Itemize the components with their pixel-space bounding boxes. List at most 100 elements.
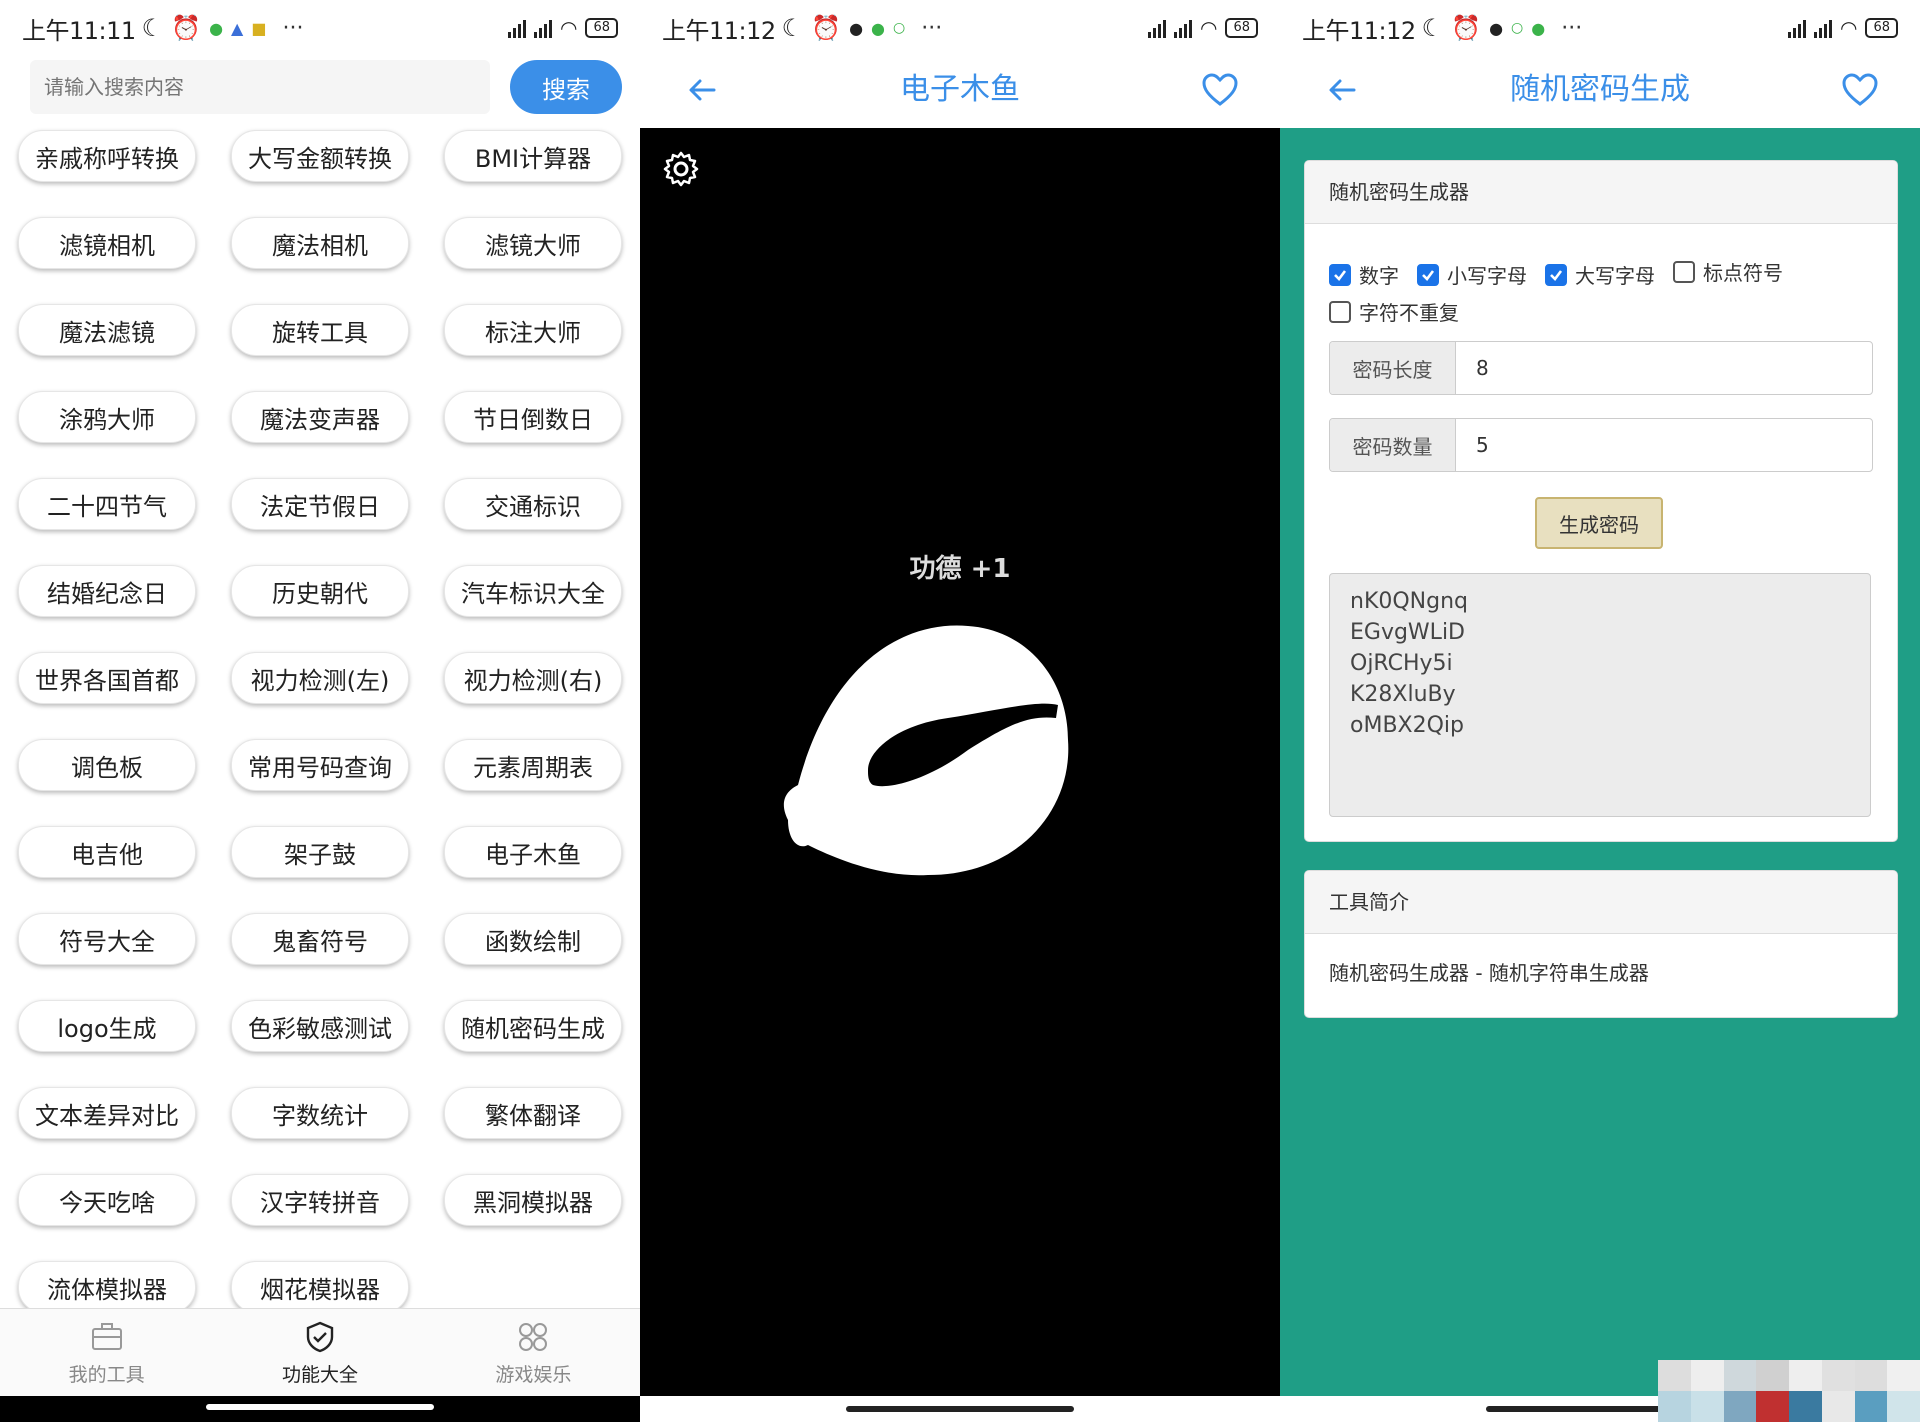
battery-icon: 68 [1225, 18, 1258, 38]
tool-button[interactable]: 魔法相机 [231, 217, 409, 269]
shield-check-icon [306, 1321, 334, 1352]
tool-button[interactable]: 涂鸦大师 [18, 391, 196, 443]
status-bar: 上午11:12 ☾ ⏰ ● ○ ● ··· ◠ 68 [1280, 0, 1920, 56]
tool-button[interactable]: 随机密码生成 [444, 1000, 622, 1052]
tool-button[interactable]: 黑洞模拟器 [444, 1174, 622, 1226]
wifi-icon: ◠ [1200, 16, 1218, 40]
tool-button[interactable]: logo生成 [18, 1000, 196, 1052]
nav-item-all-features[interactable]: 功能大全 [213, 1309, 426, 1397]
briefcase-icon [91, 1322, 122, 1350]
app-notification-icon: ▲ [231, 18, 244, 38]
tool-button[interactable]: 符号大全 [18, 913, 196, 965]
tool-button[interactable]: 函数绘制 [444, 913, 622, 965]
page-title: 电子木鱼 [900, 72, 1020, 107]
tool-button[interactable]: 色彩敏感测试 [231, 1000, 409, 1052]
tool-button[interactable]: 节日倒数日 [444, 391, 622, 443]
option-label: 标点符号 [1703, 261, 1783, 285]
wooden-fish-icon[interactable] [768, 610, 1128, 890]
length-input[interactable]: 8 [1456, 342, 1872, 394]
tool-button[interactable]: 字数统计 [231, 1087, 409, 1139]
password-line: OjRCHy5i [1350, 651, 1453, 676]
tool-button[interactable]: 历史朝代 [231, 565, 409, 617]
count-input[interactable]: 5 [1456, 419, 1872, 471]
option-checkbox[interactable]: 大写字母 [1545, 260, 1655, 289]
tool-button[interactable]: BMI计算器 [444, 130, 622, 182]
tool-button[interactable]: 视力检测(左) [231, 652, 409, 704]
tool-button[interactable]: 旋转工具 [231, 304, 409, 356]
option-checkbox[interactable]: 字符不重复 [1329, 297, 1459, 326]
tool-button[interactable]: 法定节假日 [231, 478, 409, 530]
status-time: 上午11:11 [22, 16, 136, 45]
tool-button[interactable]: 常用号码查询 [231, 739, 409, 791]
search-input[interactable] [30, 60, 490, 114]
status-time: 上午11:12 [1302, 16, 1416, 45]
tool-button[interactable]: 视力检测(右) [444, 652, 622, 704]
tool-button[interactable]: 二十四节气 [18, 478, 196, 530]
tool-button[interactable]: 调色板 [18, 739, 196, 791]
tool-button[interactable]: 滤镜相机 [18, 217, 196, 269]
checkbox-checked-icon [1417, 263, 1439, 286]
tool-button[interactable]: 鬼畜符号 [231, 913, 409, 965]
tool-button[interactable]: 流体模拟器 [18, 1261, 196, 1313]
alarm-icon: ⏰ [171, 14, 202, 42]
tool-button[interactable]: 大写金额转换 [231, 130, 409, 182]
tool-button[interactable]: 电吉他 [18, 826, 196, 878]
password-output[interactable]: nK0QNgnq EGvgWLiD OjRCHy5i K28XluBy oMBX2Qip [1329, 573, 1871, 817]
tool-grid: 亲戚称呼转换 大写金额转换 BMI计算器滤镜相机 魔法相机 滤镜大师魔法滤镜 旋转工具 标注… [0, 130, 640, 1313]
tool-button[interactable]: 今天吃啥 [18, 1174, 196, 1226]
tool-button[interactable]: 烟花模拟器 [231, 1261, 409, 1313]
gear-icon[interactable] [662, 150, 700, 188]
tool-button[interactable]: 汉字转拼音 [231, 1174, 409, 1226]
tool-button[interactable]: 标注大师 [444, 304, 622, 356]
grid-apps-icon [519, 1322, 548, 1351]
tool-button[interactable]: 汽车标识大全 [444, 565, 622, 617]
wooden-fish-screen: 上午11:12 ☾ ⏰ ● ● ○ ··· ◠ 68 电子木鱼 功德 +1 [640, 0, 1280, 1422]
option-checkbox[interactable]: 标点符号 [1673, 257, 1783, 286]
intro-title: 工具简介 [1305, 871, 1897, 934]
heart-icon[interactable] [1200, 70, 1240, 110]
tool-button[interactable]: 魔法变声器 [231, 391, 409, 443]
signal-icon-2 [1174, 18, 1192, 38]
option-label: 字符不重复 [1359, 301, 1459, 325]
password-line: K28XluBy [1350, 682, 1456, 707]
options-group: 数字 小写字母 大写字母 标点符号字符不重复 [1329, 257, 1889, 334]
more-notifications-icon: ··· [282, 15, 304, 41]
heart-icon[interactable] [1840, 70, 1880, 110]
tool-button[interactable]: 电子木鱼 [444, 826, 622, 878]
generate-button[interactable]: 生成密码 [1535, 497, 1663, 549]
tool-button[interactable]: 元素周期表 [444, 739, 622, 791]
tool-button[interactable]: 世界各国首都 [18, 652, 196, 704]
tool-button[interactable]: 交通标识 [444, 478, 622, 530]
alarm-icon: ⏰ [811, 14, 842, 42]
app-notification-icon: ○ [1511, 20, 1524, 36]
status-time: 上午11:12 [662, 16, 776, 45]
wifi-icon: ◠ [1840, 16, 1858, 40]
tool-button[interactable]: 文本差异对比 [18, 1087, 196, 1139]
checkbox-checked-icon [1329, 263, 1351, 286]
tool-button[interactable]: 结婚纪念日 [18, 565, 196, 617]
qq-icon: ● [849, 18, 864, 38]
tool-button[interactable]: 亲戚称呼转换 [18, 130, 196, 182]
battery-icon: 68 [585, 18, 618, 38]
nav-item-games[interactable]: 游戏娱乐 [427, 1309, 640, 1397]
search-button[interactable]: 搜索 [510, 60, 622, 114]
option-checkbox[interactable]: 数字 [1329, 260, 1399, 289]
app-header: 电子木鱼 [640, 56, 1280, 128]
more-notifications-icon: ··· [921, 15, 943, 41]
checkbox-checked-icon [1545, 263, 1567, 286]
wifi-icon: ◠ [560, 16, 578, 40]
home-indicator[interactable] [206, 1404, 434, 1410]
tool-button[interactable]: 滤镜大师 [444, 217, 622, 269]
tool-button[interactable]: 繁体翻译 [444, 1087, 622, 1139]
tool-button[interactable]: 架子鼓 [231, 826, 409, 878]
bottom-nav: 我的工具 功能大全 游戏娱乐 [0, 1308, 640, 1397]
tool-button[interactable]: 魔法滤镜 [18, 304, 196, 356]
home-indicator[interactable] [846, 1406, 1074, 1412]
count-label: 密码数量 [1330, 419, 1456, 471]
battery-icon: 68 [1865, 18, 1898, 38]
option-checkbox[interactable]: 小写字母 [1417, 260, 1527, 289]
status-bar: 上午11:12 ☾ ⏰ ● ● ○ ··· ◠ 68 [640, 0, 1280, 56]
generator-card: 随机密码生成器 数字 小写字母 大写字母 标点符号 字符不重复 密码长度 8 密码数量 … [1304, 160, 1898, 842]
nav-item-my-tools[interactable]: 我的工具 [0, 1309, 213, 1397]
wechat-icon: ● [209, 18, 224, 38]
